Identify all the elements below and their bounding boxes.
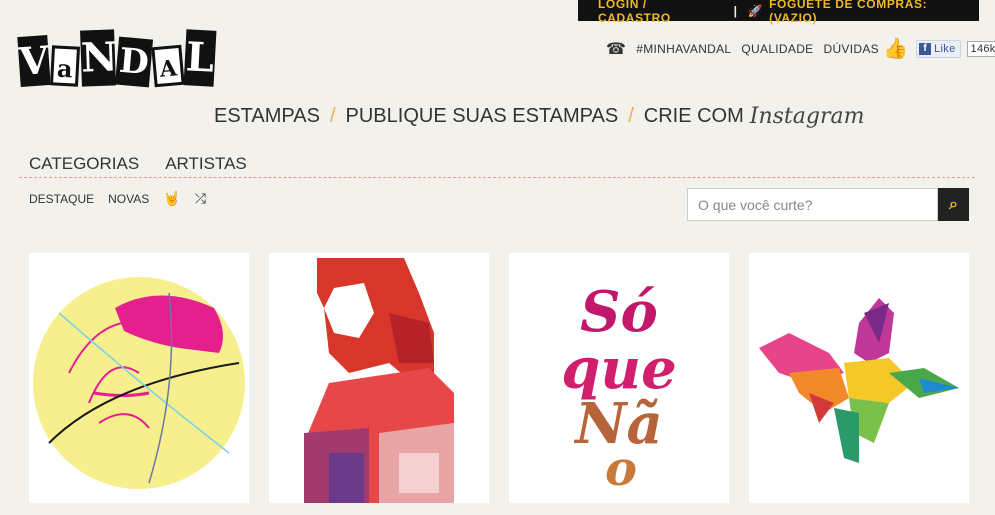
thumbs-up-icon: 👍 [882, 38, 909, 60]
phone-icon: ☎ [606, 40, 627, 58]
nav-publique[interactable]: PUBLIQUE SUAS ESTAMPAS [346, 105, 619, 128]
cart-link[interactable]: FOGUETE DE COMPRAS: (VAZIO) [769, 0, 979, 25]
tab-categorias[interactable]: CATEGORIAS [29, 154, 139, 174]
product-card[interactable] [269, 253, 489, 503]
product-artwork [304, 258, 454, 503]
facebook-icon: f [919, 42, 932, 55]
product-card[interactable] [29, 253, 249, 503]
divider [19, 177, 975, 178]
filter-bar: DESTAQUE NOVAS 🤘 ⤮ [29, 190, 220, 207]
search-bar: ⌕ [687, 188, 969, 221]
nav-estampas[interactable]: ESTAMPAS [214, 105, 320, 128]
filter-destaque[interactable]: DESTAQUE [29, 192, 94, 206]
main-nav: ESTAMPAS / PUBLIQUE SUAS ESTAMPAS / CRIE… [214, 104, 864, 129]
facebook-like-count: 146k [966, 40, 995, 57]
nav-duvidas[interactable]: DÚVIDAS [823, 42, 878, 56]
rock-hand-icon[interactable]: 🤘 [163, 190, 180, 207]
nav-minhavandal[interactable]: #MINHAVANDAL [636, 42, 731, 56]
product-artwork [759, 298, 959, 463]
artwork-text: o [605, 441, 637, 497]
logo-letter: V [17, 35, 51, 87]
sub-nav: CATEGORIAS ARTISTAS [29, 154, 273, 174]
product-card[interactable] [749, 253, 969, 503]
facebook-like-label: Like [934, 42, 956, 55]
logo-letter: N [80, 29, 118, 87]
logo-letter: L [183, 29, 217, 87]
logo-letter: D [114, 36, 154, 88]
product-card[interactable]: Só que Nã o [509, 253, 729, 503]
instagram-logo[interactable]: Instagram [750, 104, 865, 129]
rocket-icon: 🚀 [747, 3, 764, 18]
tab-artistas[interactable]: ARTISTAS [165, 154, 247, 174]
nav-separator: / [628, 105, 634, 127]
logo-letter: A [151, 44, 185, 88]
search-button[interactable]: ⌕ [938, 188, 969, 221]
shuffle-icon[interactable]: ⤮ [195, 190, 206, 207]
facebook-like-button[interactable]: f Like [916, 39, 961, 58]
search-input[interactable] [687, 188, 938, 221]
nav-qualidade[interactable]: QUALIDADE [741, 42, 813, 56]
search-icon: ⌕ [949, 195, 958, 213]
product-artwork [33, 277, 245, 489]
nav-separator: / [329, 105, 336, 127]
user-nav: ☎ #MINHAVANDAL QUALIDADE DÚVIDAS 👍 f Lik… [606, 36, 995, 61]
top-bar: LOGIN / CADASTRO | 🚀 FOGUETE DE COMPRAS:… [578, 0, 979, 25]
logo[interactable]: V a N D A L [17, 26, 217, 88]
logo-letter: a [49, 45, 81, 87]
nav-crie-com[interactable]: CRIE COM [644, 105, 744, 128]
login-link[interactable]: LOGIN / CADASTRO [598, 0, 724, 25]
filter-novas[interactable]: NOVAS [108, 192, 149, 206]
product-artwork: Só que Nã o [561, 279, 677, 497]
topbar-separator: | [733, 3, 738, 18]
